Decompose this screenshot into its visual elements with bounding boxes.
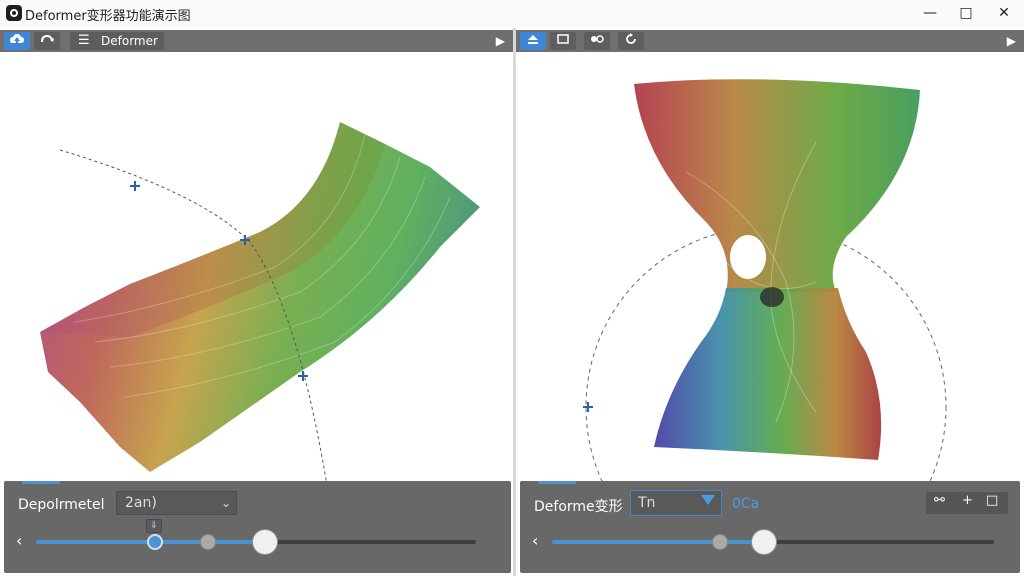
mode-dropdown[interactable]: Tn — [630, 490, 722, 516]
mode-dropdown-value: Tn — [638, 495, 656, 511]
field-chevron-icon: ⌄ — [220, 496, 231, 510]
slider-back-arrow[interactable]: ‹ — [16, 531, 22, 550]
slider-key-handle[interactable] — [146, 534, 163, 550]
deformer-menu-label: Deformer — [101, 34, 158, 48]
title-bar: Deformer变形器功能演示图 — □ ✕ — [0, 0, 1024, 28]
right-3d-view[interactable] — [516, 52, 1024, 576]
left-parameter-bar: Depolrmetel 2an) ⌄ ⇓ ‹ — [4, 481, 511, 573]
secondary-value: 0Ca — [732, 496, 760, 512]
minimize-button[interactable]: — — [912, 0, 948, 28]
parameter-label: Depolrmetel — [18, 497, 105, 513]
slider-main-handle[interactable] — [751, 529, 778, 555]
app-icon — [6, 5, 22, 21]
slider-mid-handle[interactable] — [711, 534, 728, 550]
maximize-button[interactable]: □ — [948, 0, 984, 28]
square-icon[interactable]: □ — [986, 493, 998, 508]
close-button[interactable]: ✕ — [986, 0, 1022, 28]
left-toolbar: ☰ Deformer ▶ — [0, 30, 513, 52]
plus-icon[interactable]: + — [962, 493, 973, 508]
right-viewport-panel: ▶ Deforme变形 Tn 0Ca ⚯ + □ ‹ — [516, 28, 1024, 576]
right-parameter-bar: Deforme变形 Tn 0Ca ⚯ + □ ‹ — [520, 481, 1020, 573]
mirror-icon[interactable] — [584, 32, 610, 50]
parameter-value-field[interactable]: 2an) ⌄ — [116, 491, 237, 515]
rotate-icon[interactable] — [34, 32, 60, 50]
keyframe-marker-icon[interactable]: ⇓ — [146, 519, 162, 533]
parameter-value: 2an) — [125, 495, 157, 511]
slider-mid-handle[interactable] — [199, 534, 216, 550]
panel-accent — [22, 481, 60, 484]
refresh-icon[interactable] — [618, 32, 644, 50]
tool-button-group: ⚯ + □ — [926, 492, 1008, 514]
panel-accent — [538, 481, 576, 484]
frame-icon[interactable] — [550, 32, 576, 50]
link-icon[interactable]: ⚯ — [934, 493, 945, 508]
eject-icon[interactable] — [520, 32, 546, 50]
cloud-up-icon[interactable] — [4, 32, 30, 50]
right-toolbar: ▶ — [516, 30, 1024, 52]
dropdown-arrow-icon — [701, 495, 715, 505]
slider-back-arrow[interactable]: ‹ — [532, 531, 538, 550]
slider-main-handle[interactable] — [251, 529, 278, 555]
parameter-label: Deforme变形 — [534, 499, 623, 515]
deform-slider-fill — [552, 540, 765, 544]
window-title: Deformer变形器功能演示图 — [25, 9, 191, 24]
left-3d-view[interactable] — [0, 52, 513, 506]
expand-arrow-icon[interactable]: ▶ — [496, 32, 505, 50]
left-viewport-panel: ☰ Deformer ▶ Depolrmetel 2an) ⌄ ⇓ ‹ — [0, 28, 513, 576]
hamburger-icon: ☰ — [78, 33, 90, 48]
expand-arrow-icon[interactable]: ▶ — [1007, 32, 1016, 50]
deformer-menu[interactable]: ☰ Deformer — [70, 32, 164, 50]
